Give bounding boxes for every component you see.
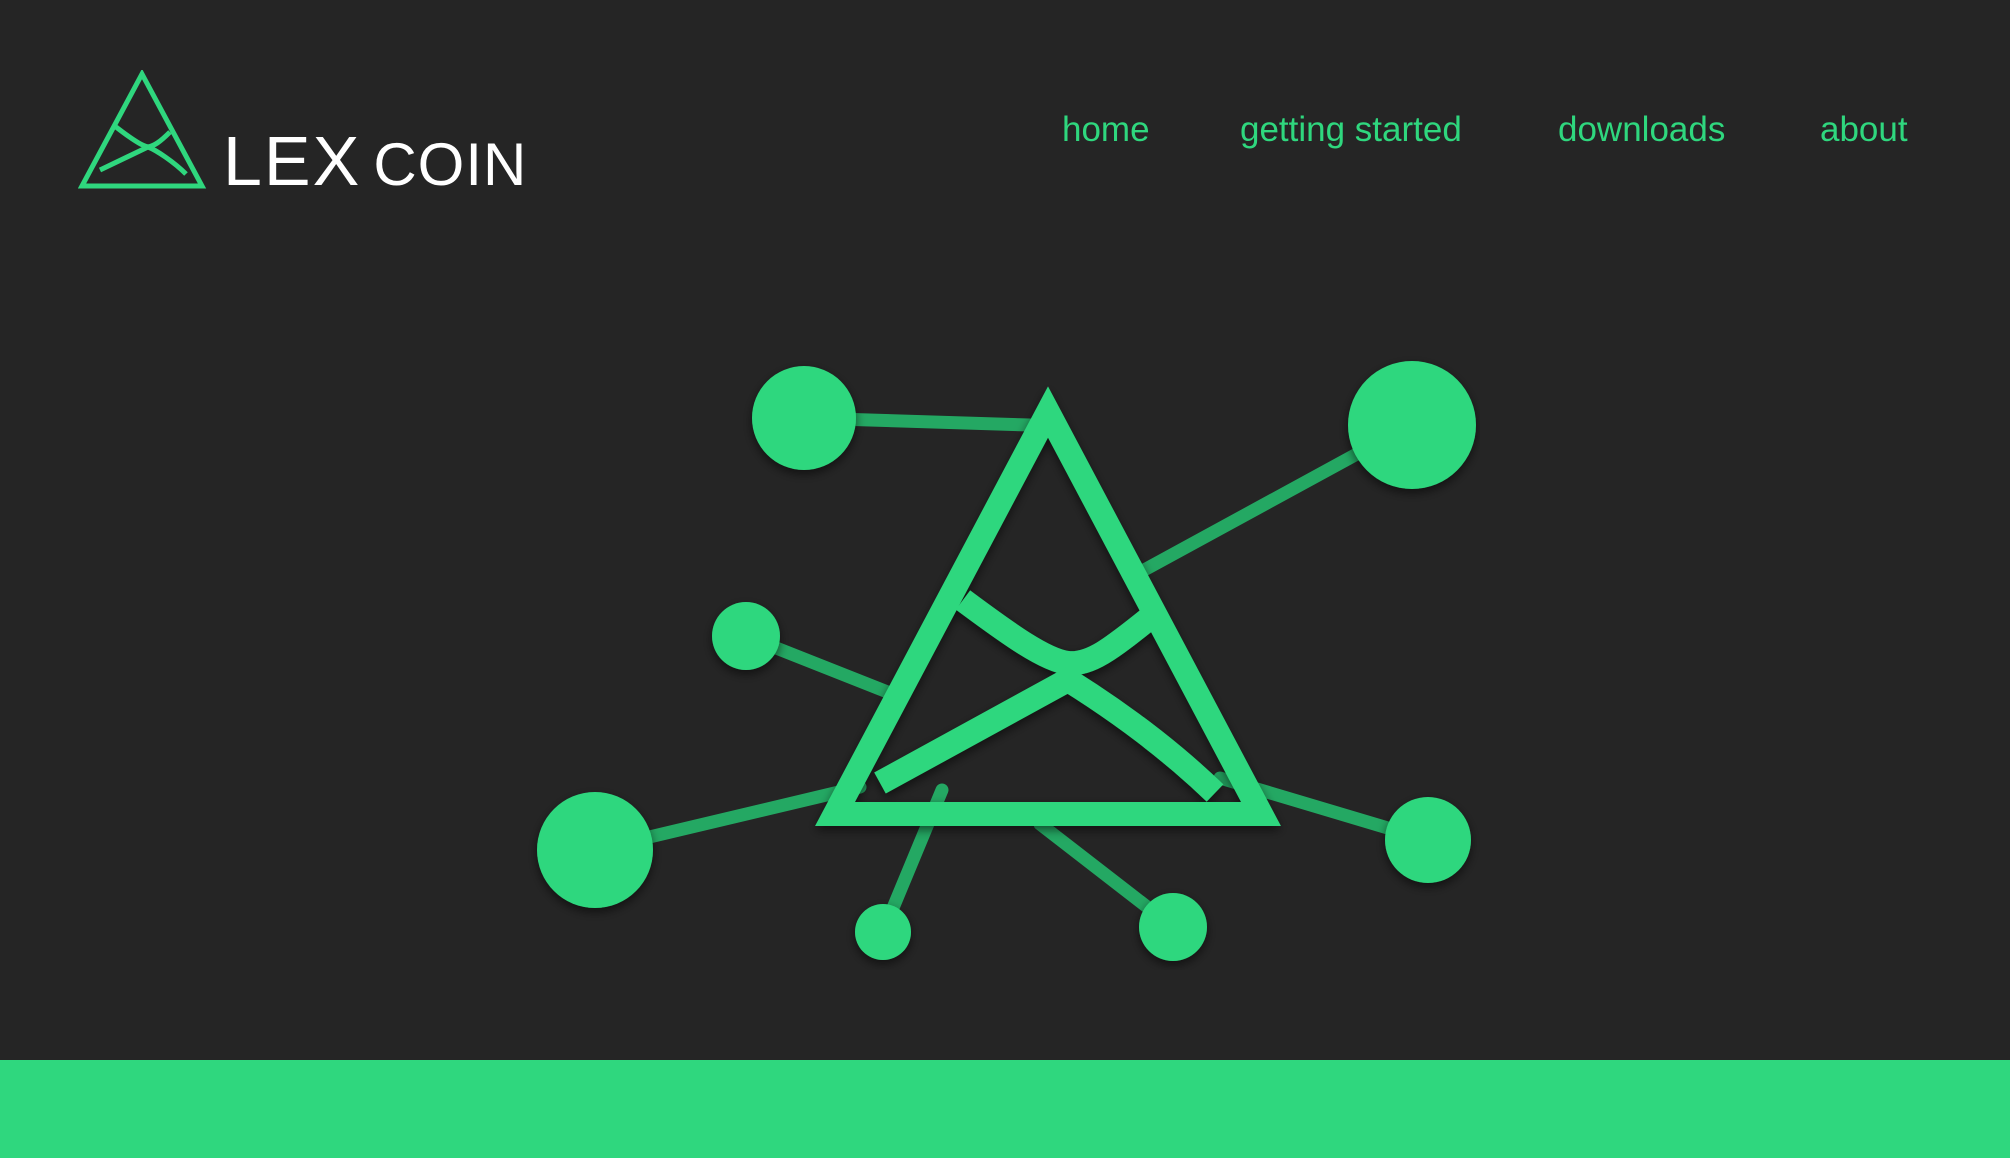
node-top-right xyxy=(1348,361,1476,489)
hero-network-graphic xyxy=(537,361,1476,961)
node-bottom-right xyxy=(1385,797,1471,883)
network-nodes xyxy=(537,361,1476,961)
brand-wordmark: LEX COIN xyxy=(223,126,527,196)
node-bottom-left xyxy=(537,792,653,908)
node-mid-left xyxy=(712,602,780,670)
footer-accent-band xyxy=(0,1060,2010,1158)
nav-item-about[interactable]: about xyxy=(1820,108,1908,152)
nav-item-getting-started[interactable]: getting started xyxy=(1240,108,1462,152)
node-bottom-center-left xyxy=(855,904,911,960)
node-top-left xyxy=(752,366,856,470)
lexcoin-triangle-icon xyxy=(815,386,1281,826)
brand-name-primary: LEX xyxy=(223,122,362,200)
triangle-logo-icon xyxy=(78,70,207,189)
nav-item-downloads[interactable]: downloads xyxy=(1558,108,1725,152)
nav-item-home[interactable]: home xyxy=(1062,108,1150,152)
brand-name-secondary: COIN xyxy=(373,131,528,198)
node-bottom-center-right xyxy=(1139,893,1207,961)
landing-page: LEX COIN home getting started downloads a… xyxy=(0,0,2010,1158)
